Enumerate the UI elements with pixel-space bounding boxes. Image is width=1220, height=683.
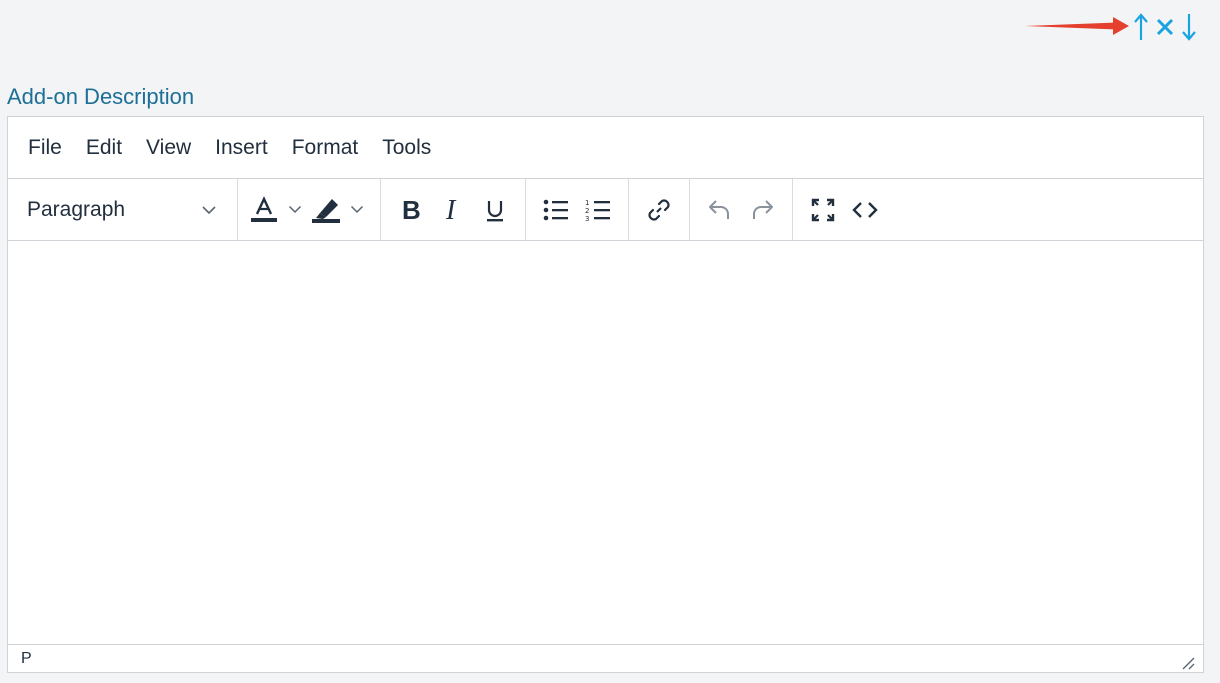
bullet-list-button[interactable] [535, 188, 577, 232]
source-code-button[interactable] [844, 188, 886, 232]
link-button[interactable] [638, 188, 680, 232]
bullet-list-icon [543, 199, 568, 220]
toolbar-group-history [690, 179, 793, 240]
bold-button[interactable]: B [390, 188, 432, 232]
page: Add-on Description File Edit View Insert… [0, 0, 1220, 683]
highlight-color-button[interactable] [309, 188, 343, 232]
menu-edit[interactable]: Edit [74, 130, 134, 166]
menu-format[interactable]: Format [280, 130, 371, 166]
underline-button[interactable] [474, 188, 516, 232]
menu-insert[interactable]: Insert [203, 130, 280, 166]
svg-text:1: 1 [585, 199, 589, 207]
bold-icon: B [402, 197, 421, 223]
editor-menubar: File Edit View Insert Format Tools [8, 117, 1203, 179]
menu-view[interactable]: View [134, 130, 203, 166]
svg-text:I: I [445, 197, 457, 223]
underline-icon [487, 200, 503, 221]
redo-button[interactable] [741, 188, 783, 232]
resize-handle-icon[interactable] [1179, 654, 1195, 670]
editor-content-area[interactable] [8, 241, 1203, 641]
redo-icon [753, 199, 773, 219]
highlight-color-dropdown[interactable] [343, 188, 371, 232]
block-format-value: Paragraph [27, 197, 126, 221]
chevron-down-icon [288, 205, 302, 214]
toolbar-group-formatting: B I [381, 179, 526, 240]
source-code-icon [852, 201, 878, 218]
text-color-dropdown[interactable] [281, 188, 309, 232]
italic-button[interactable]: I [432, 188, 474, 232]
remove-button[interactable] [1152, 11, 1178, 43]
row-controls [1130, 10, 1200, 44]
rich-text-editor: File Edit View Insert Format Tools Parag… [7, 116, 1204, 673]
text-color-button[interactable] [247, 188, 281, 232]
field-label: Add-on Description [7, 84, 195, 109]
chevron-down-icon [202, 205, 216, 214]
move-up-button[interactable] [1130, 11, 1152, 43]
close-icon [1156, 18, 1174, 36]
link-icon [648, 198, 670, 221]
move-down-button[interactable] [1178, 11, 1200, 43]
fullscreen-button[interactable] [802, 188, 844, 232]
block-format-select[interactable]: Paragraph [16, 188, 228, 232]
toolbar-group-lists: 1 2 3 [526, 179, 629, 240]
arrow-down-icon [1182, 14, 1196, 41]
undo-icon [709, 199, 729, 219]
svg-text:2: 2 [585, 207, 589, 215]
numbered-list-button[interactable]: 1 2 3 [577, 188, 619, 232]
toolbar-group-block: Paragraph [8, 179, 238, 240]
numbered-list-icon: 1 2 3 [585, 199, 610, 223]
toolbar-group-colors [238, 179, 381, 240]
toolbar-group-link [629, 179, 690, 240]
toolbar-group-view [793, 179, 895, 240]
menu-tools[interactable]: Tools [370, 130, 443, 166]
menu-file[interactable]: File [16, 130, 74, 166]
undo-button[interactable] [699, 188, 741, 232]
element-path[interactable]: P [21, 650, 32, 668]
svg-text:3: 3 [585, 215, 589, 223]
fullscreen-icon [811, 198, 835, 221]
svg-text:B: B [402, 197, 421, 223]
italic-icon: I [445, 197, 457, 223]
arrow-up-icon [1134, 13, 1148, 40]
chevron-down-icon [350, 205, 364, 214]
editor-toolbar: Paragraph B I 1 2 3 [8, 179, 1203, 241]
text-color-icon [251, 195, 277, 222]
editor-statusbar: P [8, 644, 1203, 672]
annotation-arrow-icon [1025, 17, 1129, 35]
highlight-color-icon [312, 198, 340, 223]
